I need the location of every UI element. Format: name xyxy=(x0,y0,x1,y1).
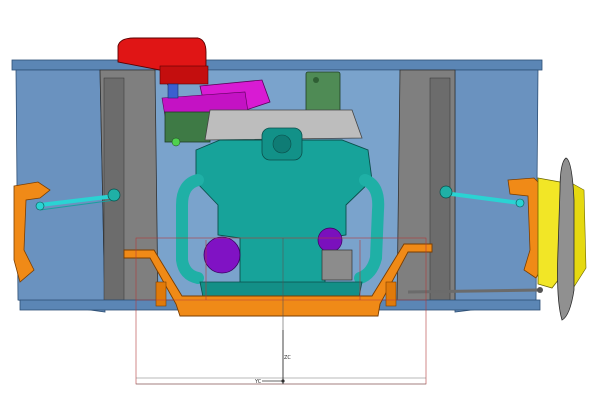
coordinate-triad: ZC YC xyxy=(254,330,291,385)
cad-scene: ZC YC xyxy=(11,37,587,385)
blue-fitting xyxy=(167,83,179,99)
yc-axis-label: YC xyxy=(254,379,262,385)
right-tie-rod xyxy=(407,288,541,294)
top-rail xyxy=(11,59,543,71)
zc-axis-label: ZC xyxy=(284,355,291,361)
left-accessory xyxy=(203,236,241,274)
right-brake xyxy=(537,157,587,321)
right-accessory xyxy=(317,227,343,253)
oil-filter xyxy=(321,249,353,281)
brake-rotor xyxy=(557,157,575,321)
cad-viewport[interactable]: ZC YC xyxy=(0,0,600,400)
origin-point xyxy=(281,379,285,383)
